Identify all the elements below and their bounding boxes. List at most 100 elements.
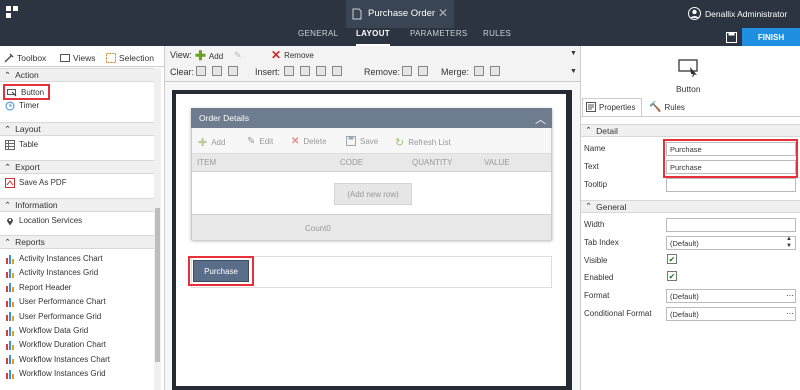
toolbox-item-button[interactable]: Button [3, 84, 50, 100]
remove-row-icon[interactable] [418, 66, 428, 76]
chevron-up-icon: ⌃ [585, 125, 593, 135]
grid-edit-button[interactable]: ✎ Edit [247, 136, 273, 147]
toolbox-item-save-as-pdf[interactable]: Save As PDF [5, 176, 67, 189]
toolbox-scrollbar-thumb[interactable] [155, 208, 160, 362]
text-label: Text [584, 162, 599, 171]
column-value[interactable]: VALUE [484, 158, 510, 167]
ellipsis-icon[interactable]: ⋯ [786, 309, 794, 318]
toolbox-item-report[interactable]: Activity Instances Grid [5, 266, 98, 279]
toolbox-item-timer[interactable]: Timer [5, 99, 39, 112]
remove-view-button[interactable]: ✕ Remove [271, 48, 314, 62]
visible-checkbox[interactable]: ✔ [667, 254, 677, 264]
clear-tools [196, 66, 238, 76]
table-icon [5, 139, 15, 150]
toolbar-dropdown-icon[interactable]: ▼ [570, 50, 577, 57]
add-view-button[interactable]: ✚ Add [195, 48, 223, 64]
section-general[interactable]: ⌃ General [581, 200, 800, 213]
tab-layout[interactable]: LAYOUT [356, 28, 390, 46]
merge-label: Merge: [441, 67, 470, 77]
column-item[interactable]: ITEM [197, 158, 216, 167]
toolbox-item-report[interactable]: Workflow Data Grid [5, 324, 88, 337]
report-icon [5, 311, 15, 322]
insert-label: Insert: [255, 67, 281, 77]
section-detail[interactable]: ⌃ Detail [581, 124, 800, 137]
remove-column-icon[interactable] [402, 66, 412, 76]
conditional-format-field[interactable]: (Default) [666, 307, 796, 321]
clear-cell-icon[interactable] [196, 66, 206, 76]
report-icon [5, 268, 15, 278]
clear-column-icon[interactable] [228, 66, 238, 76]
section-information[interactable]: ⌃ Information [0, 198, 154, 212]
toolbox-item-report[interactable]: Report Header [5, 281, 71, 294]
insert-tools [284, 66, 342, 76]
hammer-icon: 🔨 [649, 102, 662, 113]
collapse-icon[interactable]: ︿ [535, 111, 546, 127]
divider [0, 66, 165, 67]
toolbox-item-table[interactable]: Table [5, 138, 38, 151]
section-export[interactable]: ⌃ Export [0, 160, 154, 174]
toolbox-item-report[interactable]: Workflow Instances Chart [5, 353, 110, 366]
view-label: View: [170, 50, 192, 60]
split-cells-icon[interactable] [490, 66, 500, 76]
add-view-label: Add [208, 51, 224, 61]
toolbar-dropdown-icon[interactable]: ▼ [570, 68, 577, 75]
clock-icon [5, 101, 15, 111]
toolbox-item-report[interactable]: Workflow Duration Chart [5, 338, 106, 351]
pencil-icon: ✎ [247, 136, 256, 147]
report-icon [5, 340, 15, 350]
insert-row-below-icon[interactable] [300, 66, 310, 76]
format-field[interactable]: (Default) [666, 289, 796, 303]
insert-row-above-icon[interactable] [284, 66, 294, 76]
report-icon [5, 369, 15, 379]
tab-index-spinner-icon[interactable]: ▲ ▼ [786, 236, 792, 250]
tab-rules[interactable]: RULES [483, 28, 511, 46]
check-icon: ✔ [668, 254, 676, 264]
document-title: Purchase Order [368, 8, 436, 19]
ellipsis-icon[interactable]: ⋯ [786, 291, 794, 300]
conditional-format-label: Conditional Format [584, 309, 652, 318]
finish-button[interactable]: FINISH [742, 28, 800, 46]
edit-view-icon[interactable]: ✎ [234, 50, 242, 61]
clear-row-icon[interactable] [212, 66, 222, 76]
merge-cells-icon[interactable] [474, 66, 484, 76]
toolbox-item-report[interactable]: User Performance Chart [5, 295, 106, 308]
tab-toolbox[interactable]: Toolbox [4, 51, 56, 65]
column-quantity[interactable]: QUANTITY [412, 158, 452, 167]
app-grid-icon[interactable] [6, 6, 18, 18]
toolbox-item-report[interactable]: Activity Instances Chart [5, 252, 103, 265]
grid-count: Count0 [305, 224, 331, 233]
grid-save-button[interactable]: Save [346, 136, 378, 146]
tab-rules-panel[interactable]: 🔨 Rules [649, 102, 685, 113]
tab-index-field[interactable]: (Default) [666, 236, 796, 250]
enabled-checkbox[interactable]: ✔ [667, 271, 677, 281]
report-icon [5, 326, 15, 336]
tab-views[interactable]: Views [60, 51, 102, 65]
toolbox-item-report[interactable]: User Performance Grid [5, 310, 101, 323]
purchase-button[interactable]: Purchase [193, 260, 249, 282]
tab-selection[interactable]: Selection [106, 51, 160, 65]
toolbox-item-report[interactable]: Workflow Instances Grid [5, 367, 106, 380]
tab-general[interactable]: GENERAL [298, 28, 338, 46]
toolbox-item-location-services[interactable]: Location Services [5, 214, 82, 227]
section-action[interactable]: ⌃ Action [0, 68, 154, 82]
grid-delete-button[interactable]: ✕ Delete [291, 136, 327, 147]
pdf-icon [5, 177, 15, 188]
tooltip-field[interactable] [666, 178, 796, 192]
close-icon[interactable]: ✕ [438, 6, 448, 20]
section-reports[interactable]: ⌃ Reports [0, 235, 154, 249]
grid-add-button[interactable]: ✚ Add [198, 136, 225, 149]
add-new-row-button[interactable]: (Add new row) [334, 183, 412, 205]
width-field[interactable] [666, 218, 796, 232]
toolbox-item-label: Location Services [19, 216, 83, 225]
tab-parameters[interactable]: PARAMETERS [410, 28, 468, 46]
user-avatar-icon[interactable] [688, 7, 701, 20]
grid-refresh-button[interactable]: ↻ Refresh List [395, 136, 451, 149]
user-name[interactable]: Denallix Administrator [705, 9, 787, 19]
document-tab[interactable]: Purchase Order ✕ [346, 0, 454, 28]
insert-column-left-icon[interactable] [316, 66, 326, 76]
column-code[interactable]: CODE [340, 158, 363, 167]
insert-column-right-icon[interactable] [332, 66, 342, 76]
section-layout[interactable]: ⌃ Layout [0, 122, 154, 136]
save-icon[interactable] [726, 32, 737, 43]
toolbox-item-label: Workflow Instances Grid [19, 369, 106, 379]
